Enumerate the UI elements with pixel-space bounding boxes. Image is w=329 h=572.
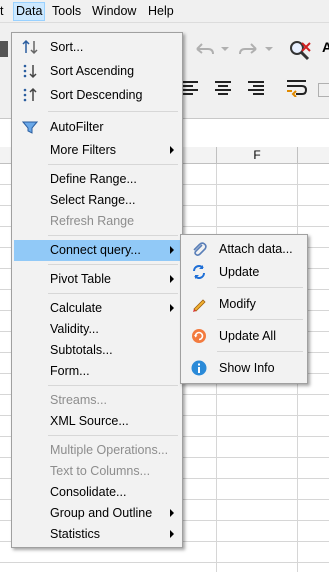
menu-separator xyxy=(48,435,178,436)
redo-dropdown-icon[interactable] xyxy=(265,47,273,53)
menu-item-sort[interactable]: Sort... xyxy=(14,37,180,58)
undo-dropdown-icon[interactable] xyxy=(221,47,229,53)
menu-item-sort-descending[interactable]: Sort Descending xyxy=(14,85,180,106)
menu-item-statistics[interactable]: Statistics xyxy=(14,524,180,545)
merge-cells-icon[interactable] xyxy=(318,83,329,97)
submenu-item-label: Update All xyxy=(219,329,276,343)
menubar-item-help[interactable]: Help xyxy=(148,3,174,19)
menu-separator xyxy=(217,351,303,352)
menu-item-label: Subtotals... xyxy=(50,343,113,357)
menu-item-label: More Filters xyxy=(50,143,116,157)
sort-ascending-icon xyxy=(23,64,37,79)
menu-item-label: AutoFilter xyxy=(50,120,104,134)
submenu-item-update-all[interactable]: Update All xyxy=(183,326,305,347)
menu-item-label: Consolidate... xyxy=(50,485,127,499)
submenu-item-label: Attach data... xyxy=(219,242,293,256)
menu-item-sort-ascending[interactable]: Sort Ascending xyxy=(14,61,180,82)
menu-item-label: Statistics xyxy=(50,527,101,541)
submenu-item-label: Modify xyxy=(219,297,256,311)
menu-item-label: Define Range... xyxy=(50,172,137,186)
align-right-icon[interactable] xyxy=(247,80,265,96)
column-header-f[interactable]: F xyxy=(217,147,298,164)
submenu-arrow-icon xyxy=(170,304,174,312)
paperclip-icon xyxy=(193,242,207,256)
menubar: t Data Tools Window Help xyxy=(0,0,329,23)
menu-item-label: Validity... xyxy=(50,322,99,336)
align-center-icon[interactable] xyxy=(214,80,232,96)
submenu-arrow-icon xyxy=(170,509,174,517)
menu-separator xyxy=(48,385,178,386)
submenu-item-update[interactable]: Update xyxy=(183,262,305,283)
menubar-item-tools[interactable]: Tools xyxy=(52,3,81,19)
menu-item-text-to-columns[interactable]: Text to Columns... xyxy=(14,461,180,482)
data-menu: Sort... Sort Ascending Sort Descending A… xyxy=(11,32,183,548)
menu-item-label: Streams... xyxy=(50,393,107,407)
menu-item-consolidate[interactable]: Consolidate... xyxy=(14,482,180,503)
update-all-icon xyxy=(192,329,206,343)
menu-item-streams[interactable]: Streams... xyxy=(14,390,180,411)
pencil-icon xyxy=(193,299,206,312)
info-icon xyxy=(191,360,207,376)
menu-separator xyxy=(48,293,178,294)
submenu-item-label: Update xyxy=(219,265,260,279)
menu-item-subtotals[interactable]: Subtotals... xyxy=(14,340,180,361)
sort-icon xyxy=(22,39,38,55)
menubar-item-window[interactable]: Window xyxy=(92,3,136,19)
menu-item-select-range[interactable]: Select Range... xyxy=(14,190,180,211)
menu-item-label: Sort Ascending xyxy=(50,64,135,78)
menubar-item-format-partial[interactable]: t xyxy=(0,3,3,19)
menu-item-refresh-range[interactable]: Refresh Range xyxy=(14,211,180,232)
wrap-text-icon[interactable] xyxy=(286,79,308,97)
menu-item-label: Sort... xyxy=(50,40,84,54)
menu-item-validity[interactable]: Validity... xyxy=(14,319,180,340)
column-header-g[interactable] xyxy=(298,147,329,164)
submenu-item-modify[interactable]: Modify xyxy=(183,294,305,315)
menu-separator xyxy=(217,319,303,320)
menu-item-label: XML Source... xyxy=(50,414,129,428)
toolbar-partial-icon[interactable] xyxy=(0,41,8,57)
menu-item-label: Form... xyxy=(50,364,90,378)
menu-item-autofilter[interactable]: AutoFilter xyxy=(14,117,180,138)
submenu-arrow-icon xyxy=(170,530,174,538)
menu-item-label: Calculate xyxy=(50,301,103,315)
toolbar-partial-text: A xyxy=(322,39,329,55)
autofilter-icon xyxy=(22,121,38,134)
connect-query-submenu: Attach data... Update Modify Update All … xyxy=(180,234,308,384)
menu-item-label: Connect query... xyxy=(50,243,141,257)
menu-item-label: Multiple Operations... xyxy=(50,443,169,457)
submenu-item-show-info[interactable]: Show Info xyxy=(183,358,305,379)
submenu-arrow-icon xyxy=(170,246,174,254)
submenu-item-label: Show Info xyxy=(219,361,275,375)
menu-item-label: Sort Descending xyxy=(50,88,143,102)
menu-item-xml-source[interactable]: XML Source... xyxy=(14,411,180,432)
find-replace-icon[interactable] xyxy=(288,39,312,61)
menu-item-group-and-outline[interactable]: Group and Outline xyxy=(14,503,180,524)
menu-item-connect-query[interactable]: Connect query... xyxy=(14,240,180,261)
sort-descending-icon xyxy=(23,87,37,102)
submenu-item-attach-data[interactable]: Attach data... xyxy=(183,239,305,260)
menu-item-label: Select Range... xyxy=(50,193,136,207)
menu-separator xyxy=(48,264,178,265)
menu-item-label: Text to Columns... xyxy=(50,464,151,478)
menubar-item-data[interactable]: Data xyxy=(13,2,46,21)
undo-icon[interactable] xyxy=(193,41,215,57)
menu-item-calculate[interactable]: Calculate xyxy=(14,298,180,319)
submenu-arrow-icon xyxy=(170,146,174,154)
align-left-icon[interactable] xyxy=(182,80,200,96)
submenu-arrow-icon xyxy=(170,275,174,283)
menu-item-label: Pivot Table xyxy=(50,272,111,286)
menu-item-more-filters[interactable]: More Filters xyxy=(14,140,180,161)
menu-item-label: Group and Outline xyxy=(50,506,153,520)
menu-separator xyxy=(48,111,178,112)
menu-item-pivot-table[interactable]: Pivot Table xyxy=(14,269,180,290)
menu-separator xyxy=(48,235,178,236)
menu-item-define-range[interactable]: Define Range... xyxy=(14,169,180,190)
menu-separator xyxy=(217,287,303,288)
redo-icon[interactable] xyxy=(238,41,260,57)
menu-item-form[interactable]: Form... xyxy=(14,361,180,382)
menu-item-label: Refresh Range xyxy=(50,214,135,228)
menu-separator xyxy=(48,164,178,165)
refresh-icon xyxy=(193,265,205,279)
menu-item-multiple-operations[interactable]: Multiple Operations... xyxy=(14,440,180,461)
